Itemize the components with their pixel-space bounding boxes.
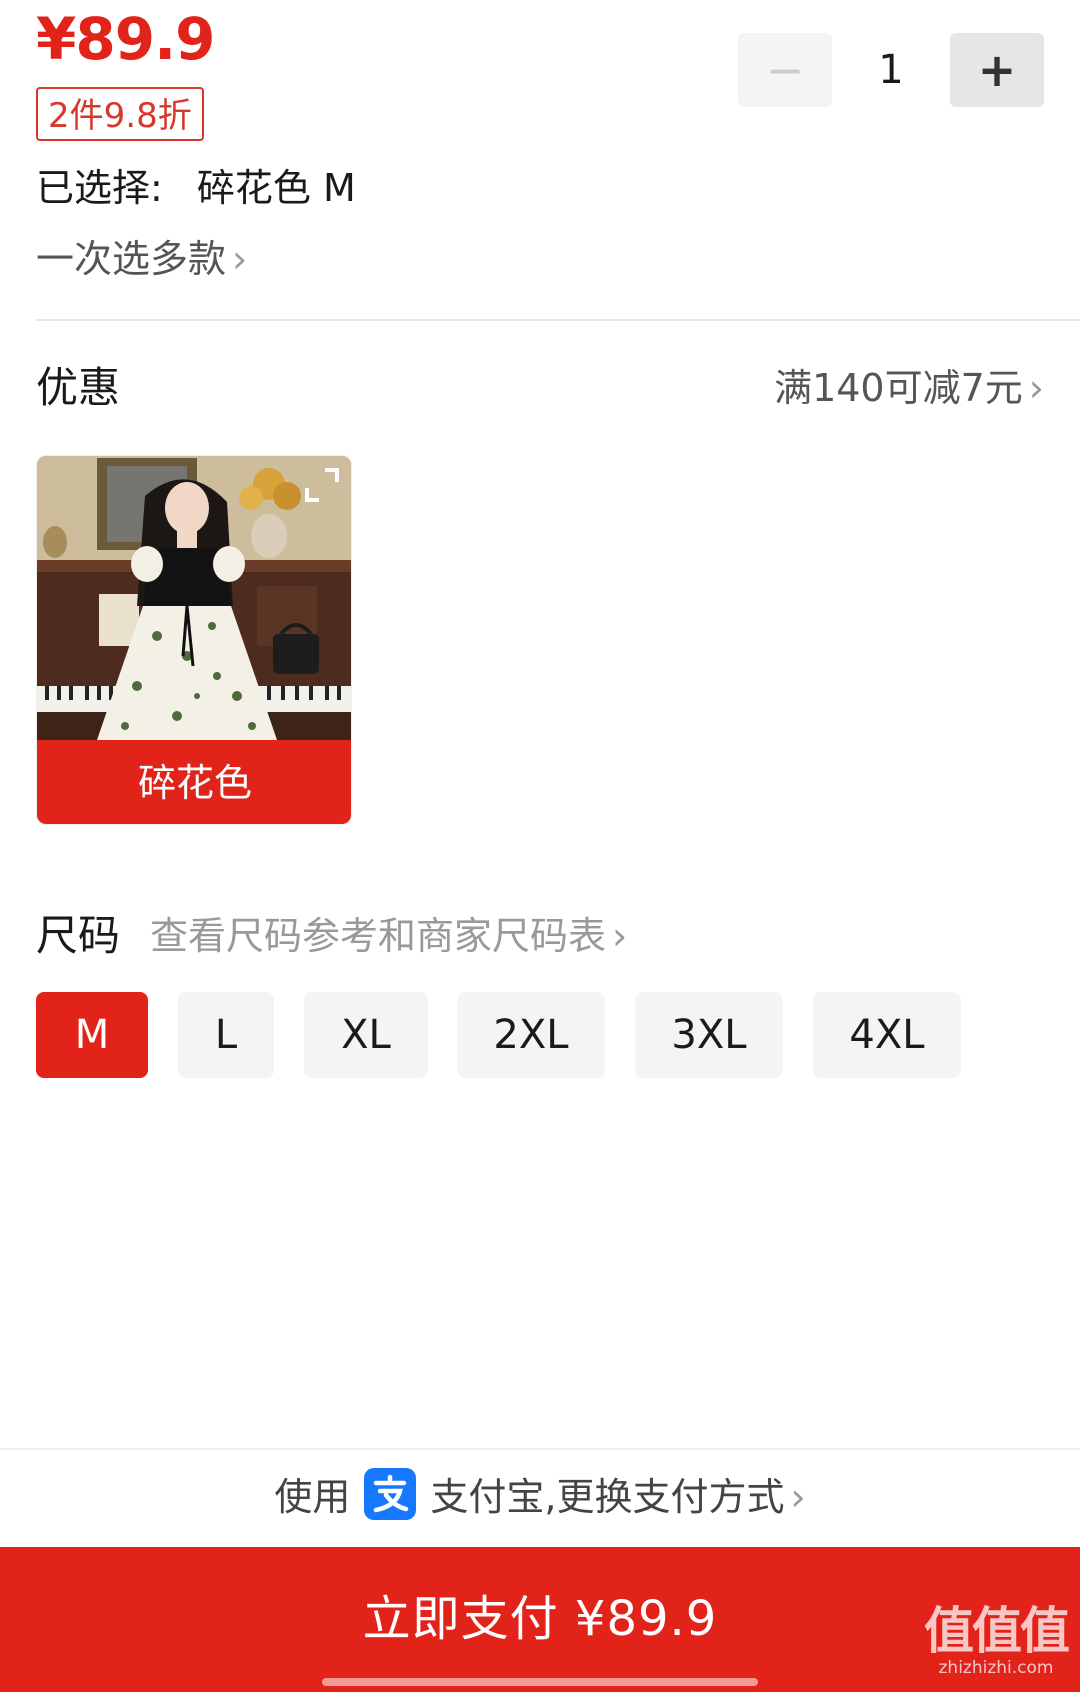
size-option-2xl[interactable]: 2XL	[457, 992, 605, 1078]
multi-select-label: 一次选多款	[36, 237, 227, 281]
payment-divider	[0, 1448, 1080, 1450]
site-watermark: 值值值 zhizhizhi.com	[924, 1602, 1070, 1678]
product-price: ¥89.9	[36, 5, 215, 73]
payment-prefix: 使用	[274, 1475, 351, 1519]
alipay-icon	[364, 1468, 417, 1520]
size-option-l[interactable]: L	[178, 992, 274, 1078]
payment-method-selector[interactable]: 使用 支付宝,更换支付方式 ›	[0, 1466, 1080, 1528]
chevron-right-icon: ›	[790, 1475, 806, 1519]
size-option-xl[interactable]: XL	[304, 992, 428, 1078]
color-option-label: 碎花色	[37, 740, 351, 824]
promotion-value: 满140可减7元	[774, 366, 1023, 410]
payment-method-label: 支付宝,更换支付方式	[430, 1475, 785, 1519]
quantity-stepper: − 1 +	[738, 33, 1044, 107]
increase-quantity-button[interactable]: +	[950, 33, 1044, 107]
home-indicator	[322, 1678, 758, 1686]
selected-label: 已选择:	[36, 166, 163, 210]
size-option-m[interactable]: M	[36, 992, 148, 1078]
color-option-card[interactable]: 碎花色	[36, 455, 352, 825]
watermark-url: zhizhizhi.com	[938, 1658, 1054, 1678]
size-option-4xl[interactable]: 4XL	[813, 992, 961, 1078]
expand-icon[interactable]	[303, 466, 341, 504]
section-divider	[36, 319, 1080, 321]
size-guide-label: 查看尺码参考和商家尺码表	[150, 914, 607, 958]
size-option-3xl[interactable]: 3XL	[635, 992, 783, 1078]
chevron-right-icon: ›	[1028, 366, 1044, 410]
promotion-title: 优惠	[36, 363, 121, 412]
selected-variant: 已选择: 碎花色 M	[36, 160, 356, 216]
pay-now-button[interactable]: 立即支付 ¥89.9	[0, 1547, 1080, 1692]
selected-value: 碎花色 M	[196, 166, 356, 210]
size-guide-link[interactable]: 查看尺码参考和商家尺码表 ›	[150, 908, 627, 964]
pay-bar: 立即支付 ¥89.9 值值值 zhizhizhi.com	[0, 1547, 1080, 1692]
size-title: 尺码	[36, 911, 121, 960]
discount-badge: 2件9.8折	[36, 87, 204, 141]
multi-select-link[interactable]: 一次选多款 ›	[36, 232, 247, 286]
quantity-value[interactable]: 1	[832, 33, 950, 107]
chevron-right-icon: ›	[612, 914, 628, 958]
chevron-right-icon: ›	[232, 237, 248, 281]
promotion-link[interactable]: 满140可减7元 ›	[774, 360, 1044, 416]
decrease-quantity-button[interactable]: −	[738, 33, 832, 107]
watermark-mark: 值值值	[924, 1602, 1070, 1660]
